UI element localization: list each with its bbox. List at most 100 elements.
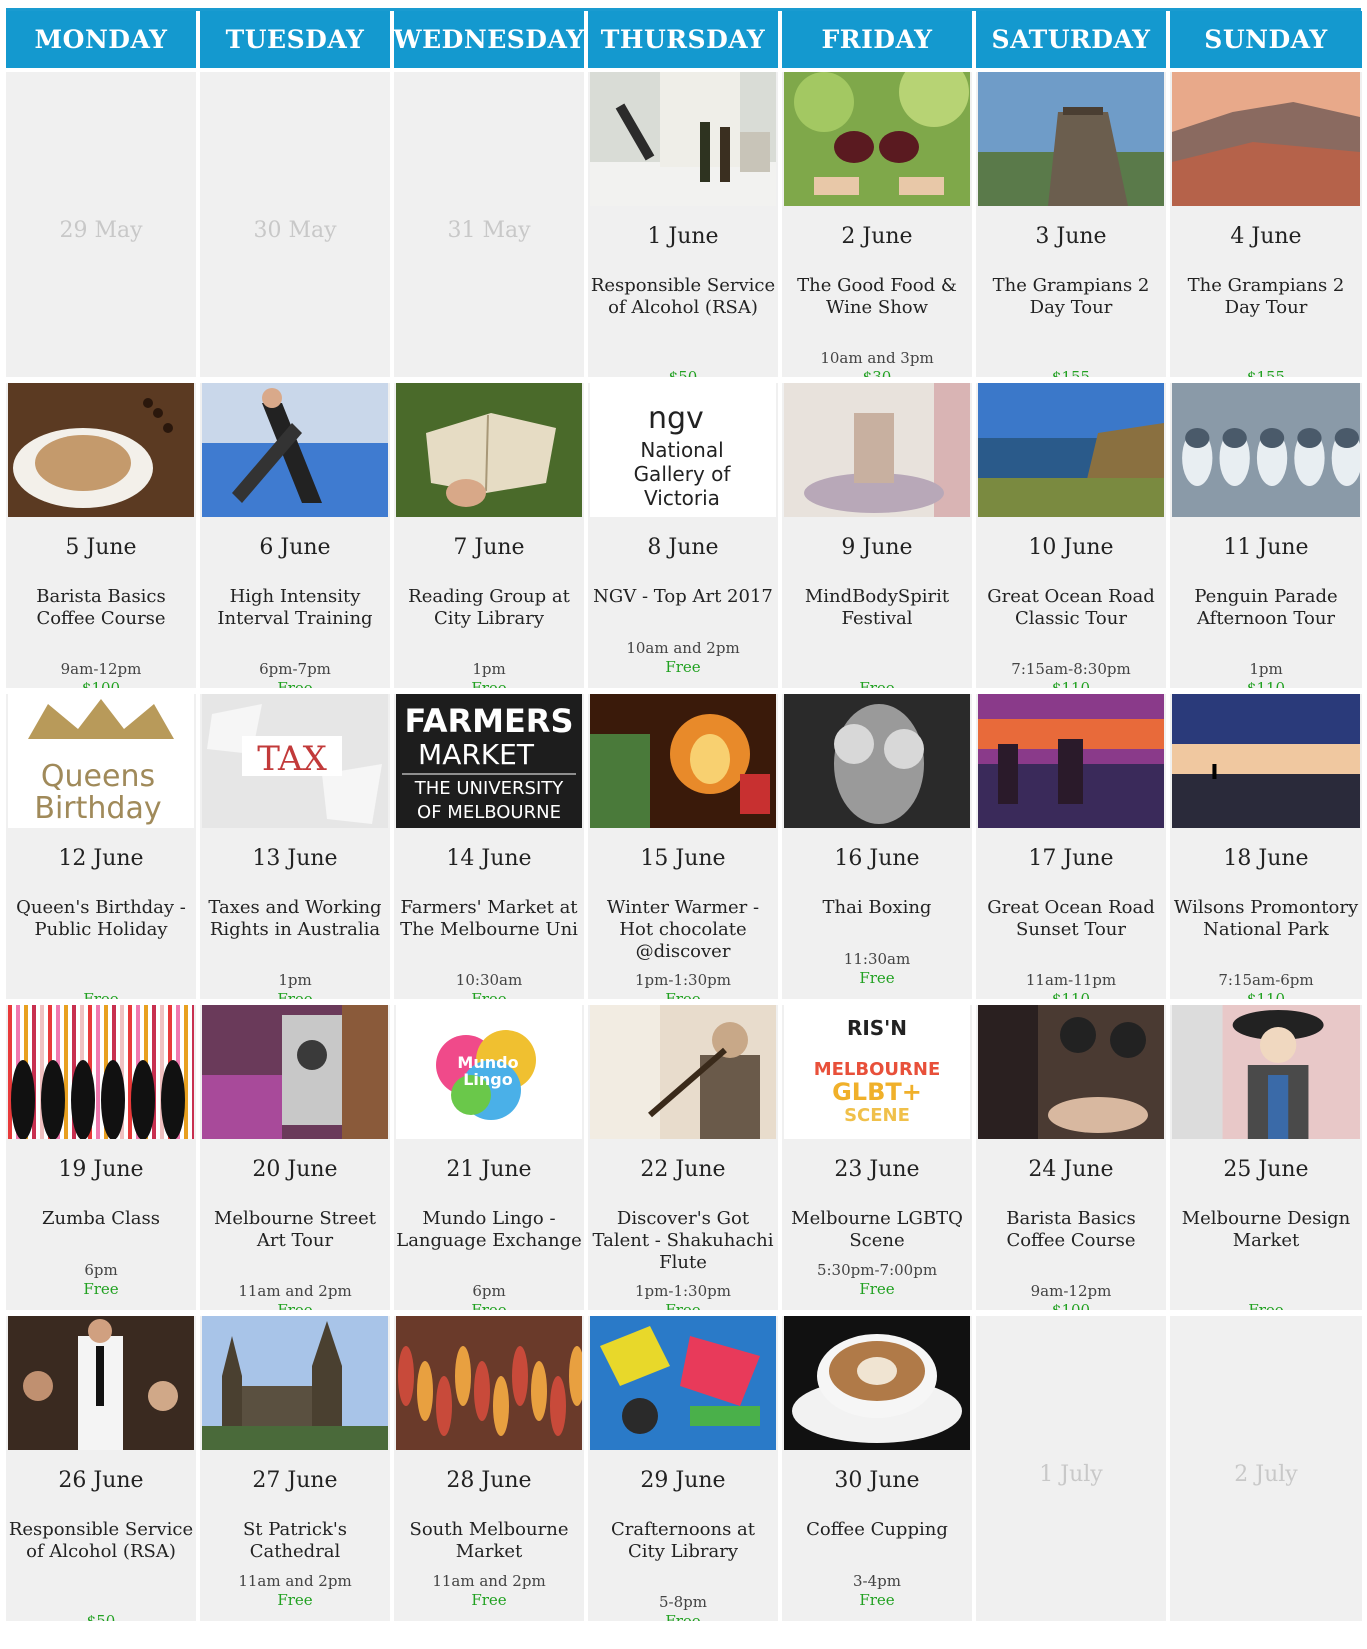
event-card[interactable]: 29 June Crafternoons at City Library 5-8pm… [588,1316,778,1621]
event-title[interactable]: The Grampians 2 Day Tour [978,275,1164,319]
event-image[interactable]: Queens Birthday [8,694,194,828]
event-title[interactable]: MindBodySpirit Festival [784,586,970,630]
event-card[interactable]: 26 June Responsible Service of Alcohol (R… [6,1316,196,1621]
event-price: Free [665,1612,701,1621]
event-title[interactable]: Penguin Parade Afternoon Tour [1172,586,1360,630]
event-title[interactable]: Zumba Class [8,1208,194,1230]
event-title[interactable]: Barista Basics Coffee Course [978,1208,1164,1252]
event-title[interactable]: Great Ocean Road Sunset Tour [978,897,1164,941]
event-card[interactable]: Queens Birthday 12 June Queen's Birthday - … [6,694,196,999]
event-card[interactable]: 22 June Discover's Got Talent - Shakuhach… [588,1005,778,1310]
event-image[interactable] [590,1316,776,1450]
event-card[interactable]: FARMERS MARKET THE UNIVERSITY OF MELBOURNE 1… [394,694,584,999]
event-title[interactable]: Barista Basics Coffee Course [8,586,194,630]
event-card[interactable]: 15 June Winter Warmer - Hot chocolate @di… [588,694,778,999]
event-price: Free [859,1591,895,1609]
event-card[interactable]: ngv National Gallery of Victoria 8 June NGV -… [588,383,778,688]
event-image[interactable]: Mundo Lingo [396,1005,582,1139]
event-image[interactable] [1172,383,1360,517]
event-card[interactable]: 6 June High Intensity Interval Training 6p… [200,383,390,688]
event-title[interactable]: Wilsons Promontory National Park [1172,897,1360,941]
event-card[interactable]: 2 June The Good Food & Wine Show 10am and … [782,72,972,377]
event-card[interactable]: 28 June South Melbourne Market 11am and 2p… [394,1316,584,1621]
event-image[interactable]: ngv National Gallery of Victoria [590,383,776,517]
event-card[interactable]: RIS'N MELBOURNE GLBT+ SCENE 23 June Melbourne… [782,1005,972,1310]
event-title[interactable]: Coffee Cupping [784,1519,970,1541]
event-card[interactable]: 10 June Great Ocean Road Classic Tour 7:15… [976,383,1166,688]
event-card[interactable]: 24 June Barista Basics Coffee Course 9am-1… [976,1005,1166,1310]
event-card[interactable]: 7 June Reading Group at City Library 1pm Fr… [394,383,584,688]
event-title[interactable]: High Intensity Interval Training [202,586,388,630]
event-image[interactable] [784,72,970,206]
event-image[interactable]: TAX [202,694,388,828]
event-title[interactable]: Melbourne Street Art Tour [202,1208,388,1252]
event-title[interactable]: Winter Warmer - Hot chocolate @discover [590,897,776,963]
event-card[interactable]: 25 June Melbourne Design Market Free [1170,1005,1362,1310]
event-card[interactable]: 16 June Thai Boxing 11:30am Free [782,694,972,999]
event-title[interactable]: South Melbourne Market [396,1519,582,1563]
event-title[interactable]: Reading Group at City Library [396,586,582,630]
event-card[interactable]: 27 June St Patrick's Cathedral 11am and 2p… [200,1316,390,1621]
event-image[interactable] [202,383,388,517]
event-title[interactable]: Responsible Service of Alcohol (RSA) [8,1519,194,1563]
event-card[interactable]: 17 June Great Ocean Road Sunset Tour 11am-… [976,694,1166,999]
event-title[interactable]: The Grampians 2 Day Tour [1172,275,1360,319]
event-card[interactable]: 18 June Wilsons Promontory National Park 7… [1170,694,1362,999]
event-card[interactable]: 30 June Coffee Cupping 3-4pm Free [782,1316,972,1621]
event-card[interactable]: Mundo Lingo 21 June Mundo Lingo - Language … [394,1005,584,1310]
event-image[interactable] [784,694,970,828]
event-image[interactable] [202,1316,388,1450]
event-card[interactable]: 4 June The Grampians 2 Day Tour $155 [1170,72,1362,377]
event-image[interactable] [202,1005,388,1139]
event-image[interactable] [8,1005,194,1139]
event-card[interactable]: 1 June Responsible Service of Alcohol (RS… [588,72,778,377]
event-image[interactable] [396,1316,582,1450]
event-time: 11:30am [843,950,911,968]
event-card[interactable]: 19 June Zumba Class 6pm Free [6,1005,196,1310]
event-card[interactable]: 5 June Barista Basics Coffee Course 9am-12… [6,383,196,688]
event-image[interactable]: RIS'N MELBOURNE GLBT+ SCENE [784,1005,970,1139]
event-title[interactable]: The Good Food & Wine Show [784,275,970,319]
event-title[interactable]: Farmers' Market at The Melbourne Uni [396,897,582,941]
event-title[interactable]: Thai Boxing [784,897,970,919]
event-image[interactable] [8,1316,194,1450]
event-title[interactable]: Mundo Lingo - Language Exchange [396,1208,582,1252]
event-image[interactable] [590,72,776,206]
event-image[interactable]: FARMERS MARKET THE UNIVERSITY OF MELBOURNE [396,694,582,828]
event-card[interactable]: 9 June MindBodySpirit Festival Free [782,383,972,688]
event-image[interactable] [590,694,776,828]
event-title[interactable]: St Patrick's Cathedral [202,1519,388,1563]
event-image[interactable] [1172,1005,1360,1139]
event-card[interactable]: 20 June Melbourne Street Art Tour 11am and… [200,1005,390,1310]
event-image[interactable] [784,383,970,517]
weekday-header-sunday: SUNDAY [1170,11,1362,68]
event-title[interactable]: Discover's Got Talent - Shakuhachi Flute [590,1208,776,1274]
event-image[interactable] [1172,694,1360,828]
event-card[interactable]: TAX 13 June Taxes and Working Rights in Au… [200,694,390,999]
event-title[interactable]: Queen's Birthday - Public Holiday [8,897,194,941]
event-title[interactable]: Melbourne LGBTQ Scene [784,1208,970,1252]
event-image[interactable] [978,694,1164,828]
event-image[interactable] [590,1005,776,1139]
event-image[interactable] [978,72,1164,206]
event-title[interactable]: Great Ocean Road Classic Tour [978,586,1164,630]
event-time: 1pm-1:30pm [635,1282,731,1300]
event-image[interactable] [978,383,1164,517]
event-card[interactable]: 11 June Penguin Parade Afternoon Tour 1pm $… [1170,383,1362,688]
event-image[interactable] [1172,72,1360,206]
event-time: 9am-12pm [1030,1282,1112,1300]
event-title[interactable]: Melbourne Design Market [1172,1208,1360,1252]
event-image[interactable] [396,383,582,517]
event-title[interactable]: Crafternoons at City Library [590,1519,776,1563]
event-image[interactable] [784,1316,970,1450]
event-title[interactable]: NGV - Top Art 2017 [590,586,776,608]
event-card[interactable]: 3 June The Grampians 2 Day Tour $155 [976,72,1166,377]
event-image[interactable] [978,1005,1164,1139]
event-date: 17 June [1028,846,1114,871]
week-row: 19 June Zumba Class 6pm Free 20 June Melbourn… [6,1005,1362,1310]
event-title[interactable]: Responsible Service of Alcohol (RSA) [590,275,776,319]
event-title[interactable]: Taxes and Working Rights in Australia [202,897,388,941]
event-price: Free [1248,1301,1284,1310]
event-price: Free [471,1591,507,1609]
event-image[interactable] [8,383,194,517]
